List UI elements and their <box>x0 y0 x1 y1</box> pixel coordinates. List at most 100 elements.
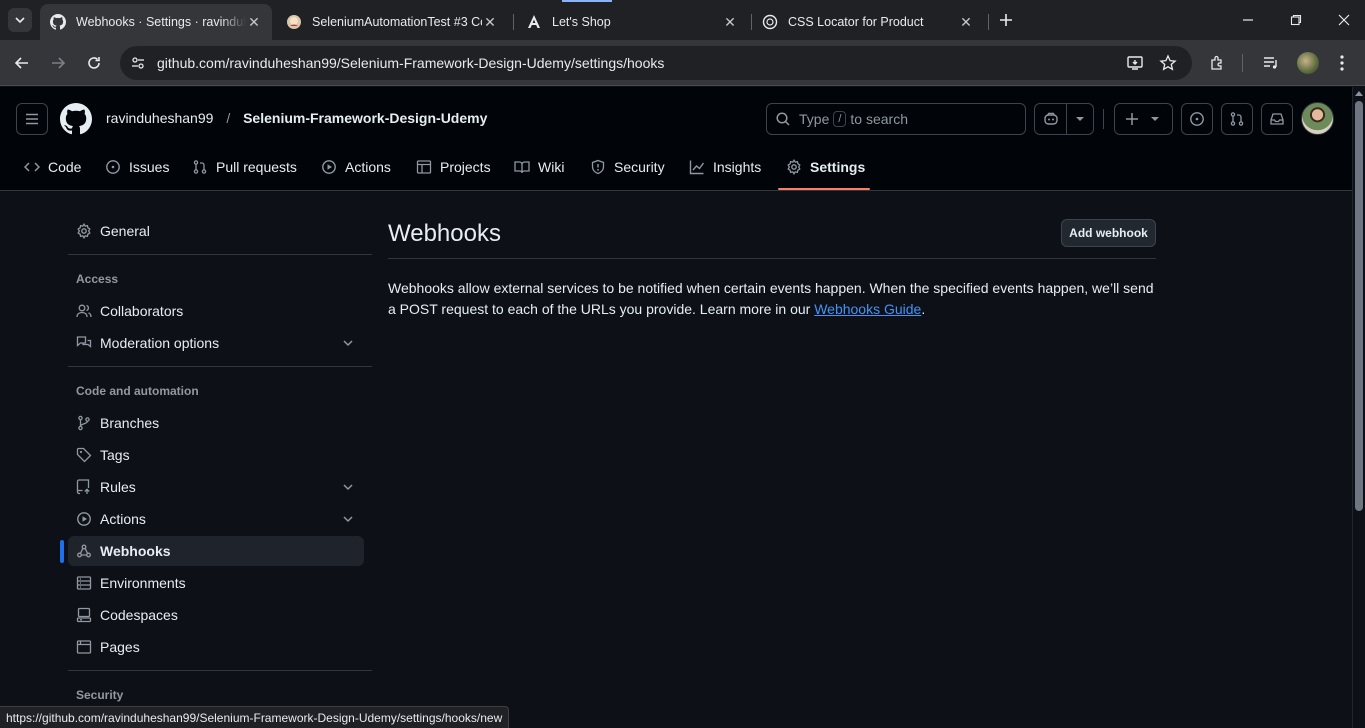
back-button[interactable] <box>8 49 36 77</box>
close-icon[interactable]: ✕ <box>246 14 262 31</box>
tab-security[interactable]: Security <box>590 155 665 179</box>
tab-divider <box>513 14 514 30</box>
scrollbar-thumb[interactable] <box>1355 101 1363 511</box>
tab-pull-requests[interactable]: Pull requests <box>192 155 297 179</box>
queue-music-icon <box>1264 57 1277 69</box>
bookmark-star-icon[interactable] <box>1159 54 1177 77</box>
tab-loading-indicator <box>562 0 612 2</box>
create-new-button[interactable] <box>1114 103 1173 135</box>
chevron-down-icon[interactable] <box>342 336 354 352</box>
inbox-icon <box>1270 113 1284 125</box>
plus-icon <box>1126 113 1138 125</box>
user-avatar[interactable] <box>1301 102 1334 135</box>
page-scrollbar[interactable] <box>1352 87 1365 728</box>
sidebar-item-rules[interactable]: Rules <box>68 472 364 502</box>
search-keyboard-shortcut: / <box>833 111 847 127</box>
tab-label: Wiki <box>538 159 565 175</box>
inbox-button[interactable] <box>1261 103 1293 135</box>
tab-insights[interactable]: Insights <box>689 155 761 179</box>
sidebar-item-general[interactable]: General <box>68 216 364 246</box>
play-icon <box>76 511 92 527</box>
sidebar-item-environments[interactable]: Environments <box>68 568 364 598</box>
comment-discussion-icon <box>76 335 92 351</box>
shield-icon <box>591 159 605 175</box>
issues-shortcut-button[interactable] <box>1181 103 1213 135</box>
sidebar-item-pages[interactable]: Pages <box>68 632 364 662</box>
profile-avatar[interactable] <box>1297 52 1319 74</box>
media-controls-button[interactable] <box>1257 49 1285 77</box>
reload-button[interactable] <box>80 49 108 77</box>
git-branch-icon <box>76 415 92 431</box>
tab-search-button[interactable] <box>8 8 32 32</box>
plus-icon <box>1000 14 1012 26</box>
sidebar-item-tags[interactable]: Tags <box>68 440 364 470</box>
sidebar-heading-code-and-automation: Code and automation <box>76 384 199 398</box>
gear-icon <box>787 159 801 175</box>
triangle-down-icon[interactable] <box>1067 116 1093 122</box>
sidebar-item-codespaces[interactable]: Codespaces <box>68 600 364 630</box>
tab-code[interactable]: Code <box>24 155 81 179</box>
page-title: Webhooks <box>388 220 501 247</box>
search-icon <box>776 112 790 126</box>
pull-requests-shortcut-button[interactable] <box>1221 103 1253 135</box>
restore-button[interactable] <box>1284 10 1308 30</box>
search-input[interactable]: Type / to search <box>766 103 1026 135</box>
forward-button[interactable] <box>44 49 72 77</box>
webhooks-guide-link[interactable]: Webhooks Guide <box>814 301 921 317</box>
sidebar-item-label: Actions <box>100 511 146 527</box>
description-text: Webhooks allow external services to be n… <box>388 280 1154 317</box>
chevron-down-icon[interactable] <box>342 512 354 528</box>
sidebar-item-actions[interactable]: Actions <box>68 504 364 534</box>
server-icon <box>76 575 92 591</box>
issue-icon <box>1190 112 1204 126</box>
global-menu-button[interactable] <box>16 103 48 135</box>
site-info-icon[interactable] <box>130 55 146 76</box>
chevron-down-icon[interactable] <box>342 480 354 496</box>
browser-tab-lets-shop[interactable]: Let's Shop ✕ <box>516 4 748 40</box>
close-icon[interactable]: ✕ <box>958 14 974 31</box>
sidebar-item-label: Tags <box>100 447 130 463</box>
tab-wiki[interactable]: Wiki <box>514 155 564 179</box>
tab-settings[interactable]: Settings <box>786 155 865 179</box>
toolbar-divider <box>1242 54 1243 72</box>
tab-divider <box>988 14 989 30</box>
sidebar-item-webhooks[interactable]: Webhooks <box>68 536 364 566</box>
new-tab-button[interactable] <box>994 8 1018 32</box>
close-icon[interactable]: ✕ <box>722 14 738 31</box>
minimize-button[interactable] <box>1236 10 1260 30</box>
description-end: . <box>921 301 926 317</box>
browser-tab-selenium[interactable]: SeleniumAutomationTest #3 Co ✕ <box>276 4 508 40</box>
copilot-icon <box>1035 111 1066 127</box>
sidebar-item-label: Collaborators <box>100 303 184 319</box>
issue-icon <box>106 160 120 174</box>
sidebar-item-label: Moderation options <box>100 335 220 351</box>
codespaces-icon <box>76 607 92 623</box>
owner-link[interactable]: ravinduheshan99 <box>106 110 213 126</box>
add-webhook-button[interactable]: Add webhook <box>1061 219 1156 247</box>
sidebar-item-branches[interactable]: Branches <box>68 408 364 438</box>
sidebar-item-collaborators[interactable]: Collaborators <box>68 296 364 326</box>
sidebar-item-moderation-options[interactable]: Moderation options <box>68 328 364 358</box>
gear-icon <box>76 223 92 239</box>
tab-actions[interactable]: Actions <box>321 155 391 179</box>
sidebar-item-label: Pages <box>100 639 140 655</box>
tab-label: Code <box>48 159 82 175</box>
sidebar-item-label: Rules <box>100 479 136 495</box>
browser-tab-webhooks[interactable]: Webhooks · Settings · ravinduheshan99 ✕ <box>40 4 272 40</box>
tab-projects[interactable]: Projects <box>416 155 491 179</box>
scroll-up-arrow[interactable] <box>1355 91 1363 96</box>
repo-link[interactable]: Selenium-Framework-Design-Udemy <box>243 110 487 126</box>
sidebar-item-label: General <box>100 223 150 239</box>
extensions-button[interactable] <box>1204 49 1232 77</box>
close-icon[interactable]: ✕ <box>482 14 498 31</box>
install-app-icon[interactable] <box>1126 54 1144 77</box>
address-bar[interactable]: github.com/ravinduheshan99/Selenium-Fram… <box>120 46 1192 80</box>
github-logo-icon[interactable] <box>60 103 92 140</box>
close-window-button[interactable] <box>1332 10 1356 30</box>
tab-issues[interactable]: Issues <box>105 155 169 179</box>
selected-tab-underline <box>778 188 870 190</box>
tab-title: Let's Shop <box>552 15 611 29</box>
browser-tab-css-locator[interactable]: CSS Locator for Product ✕ <box>752 4 984 40</box>
copilot-button[interactable] <box>1034 103 1094 135</box>
browser-menu-button[interactable] <box>1328 49 1356 77</box>
